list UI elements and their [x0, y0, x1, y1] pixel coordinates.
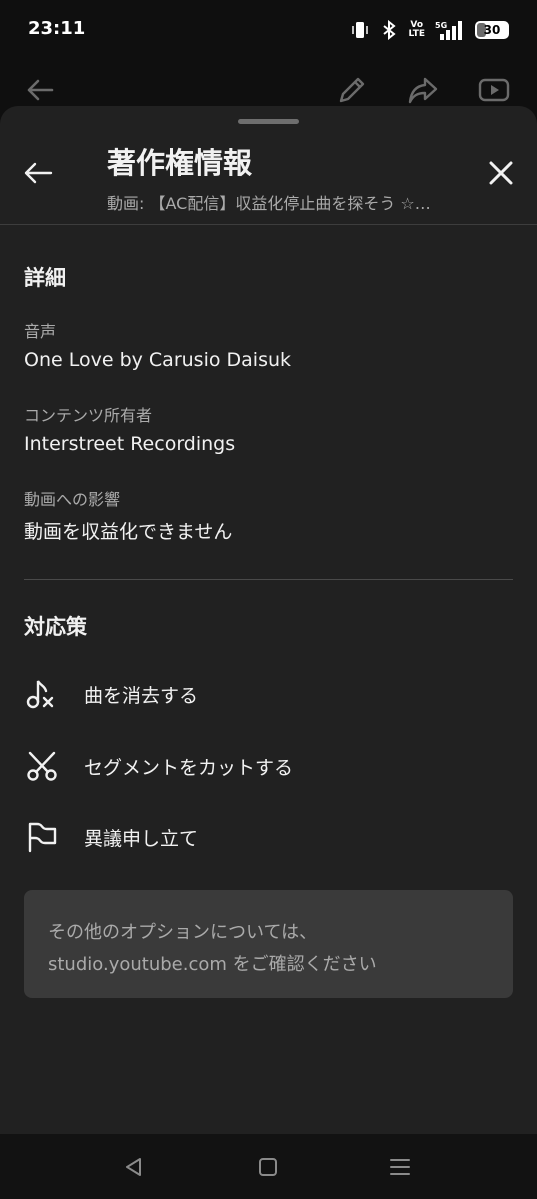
- info-line-1: その他のオプションについては、: [48, 922, 318, 943]
- field-value-impact: 動画を収益化できません: [24, 521, 233, 543]
- status-time: 23:11: [28, 18, 86, 39]
- battery-icon: 30: [475, 21, 509, 39]
- studio-info-box: その他のオプションについては、 studio.youtube.com をご確認く…: [24, 890, 513, 998]
- nav-home-icon[interactable]: [255, 1154, 281, 1180]
- nav-recents-icon[interactable]: [387, 1154, 413, 1180]
- edit-pencil-icon: [334, 72, 370, 108]
- info-line-2: studio.youtube.com をご確認ください: [48, 954, 377, 975]
- signal-icon: 5G: [435, 19, 465, 41]
- nav-back-icon[interactable]: [121, 1154, 147, 1180]
- field-value-owner: Interstreet Recordings: [24, 433, 236, 455]
- svg-text:5G: 5G: [435, 21, 447, 30]
- share-icon: [405, 72, 441, 108]
- actions-heading: 対応策: [24, 615, 87, 639]
- field-label-audio: 音声: [24, 322, 57, 341]
- video-subtitle: 動画: 【AC配信】収益化停止曲を探そう ☆…: [107, 194, 431, 213]
- close-icon[interactable]: [484, 156, 518, 190]
- section-divider: [24, 579, 513, 580]
- system-nav-bar: [0, 1134, 537, 1199]
- field-label-owner: コンテンツ所有者: [24, 406, 153, 425]
- status-icons: Vo LTE 5G 30: [350, 16, 509, 44]
- drag-handle[interactable]: [238, 119, 299, 124]
- flag-icon: [24, 819, 60, 855]
- back-arrow-icon[interactable]: [20, 154, 56, 190]
- details-heading: 詳細: [24, 266, 66, 290]
- remove-song-label: 曲を消去する: [84, 685, 199, 707]
- field-label-impact: 動画への影響: [24, 490, 121, 509]
- sheet-title: 著作権情報: [107, 146, 253, 180]
- cut-segment-button[interactable]: セグメントをカットする: [0, 734, 537, 798]
- remove-song-button[interactable]: 曲を消去する: [0, 662, 537, 726]
- dispute-button[interactable]: 異議申し立て: [0, 805, 537, 869]
- back-arrow-icon: [22, 72, 58, 108]
- bluetooth-icon: [380, 20, 398, 40]
- volte-badge: Vo LTE: [408, 20, 425, 39]
- status-bar: 23:11 Vo LTE 5G 30: [0, 0, 537, 60]
- music-note-remove-icon: [24, 676, 60, 712]
- youtube-icon: [476, 72, 512, 108]
- copyright-info-sheet: 著作権情報 動画: 【AC配信】収益化停止曲を探そう ☆… 詳細 音声 One …: [0, 106, 537, 1134]
- scissors-icon: [24, 748, 60, 784]
- field-value-audio: One Love by Carusio Daisuk: [24, 349, 292, 371]
- cut-segment-label: セグメントをカットする: [84, 757, 294, 779]
- dispute-label: 異議申し立て: [84, 828, 199, 850]
- header-divider: [0, 224, 537, 225]
- vibrate-icon: [350, 20, 370, 40]
